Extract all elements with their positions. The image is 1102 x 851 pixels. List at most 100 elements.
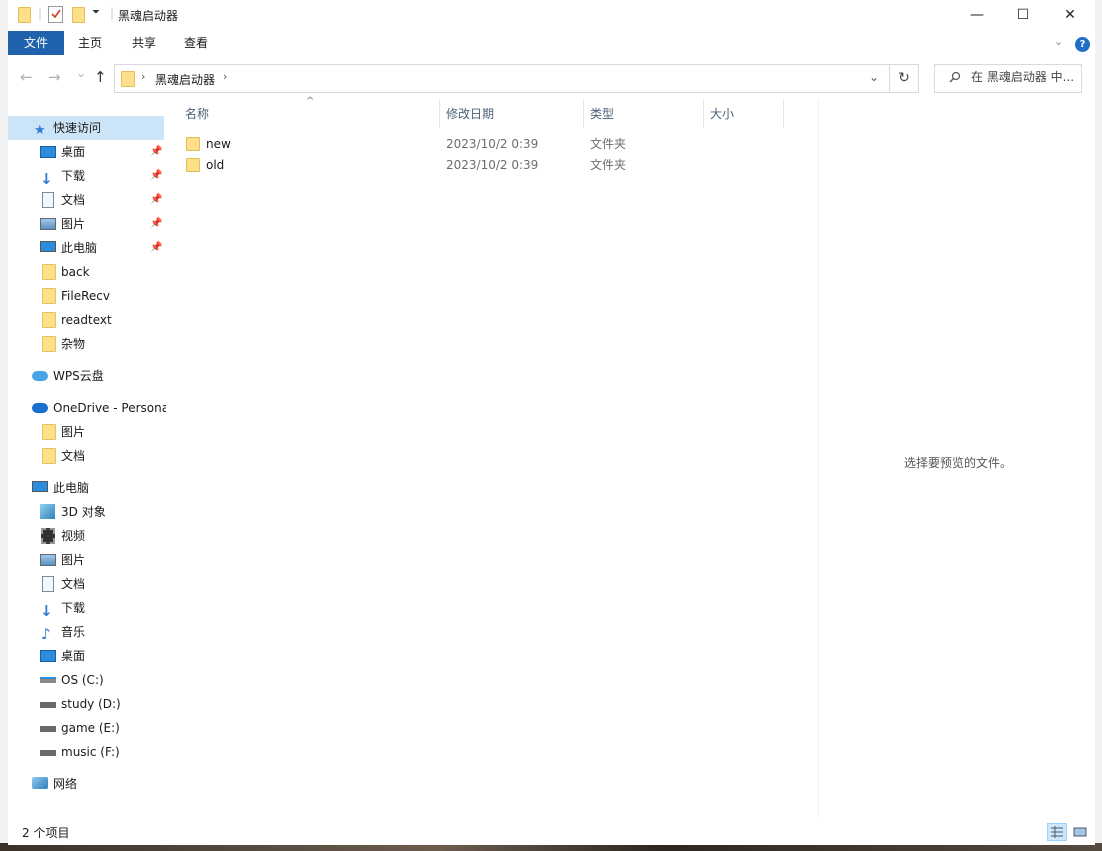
sidebar-item-onedrive-pictures[interactable]: 图片 [8, 420, 164, 444]
sidebar-item-network[interactable]: 网络 [8, 772, 164, 796]
document-icon [42, 192, 54, 208]
tab-home[interactable]: 主页 [66, 31, 114, 55]
sidebar-item-pc-pictures[interactable]: 图片 [8, 548, 164, 572]
sidebar-item-pc-documents[interactable]: 文档 [8, 572, 164, 596]
help-icon[interactable]: ? [1075, 37, 1090, 52]
item-count: 2 个项目 [22, 826, 70, 840]
sidebar-item-label: 此电脑 [53, 481, 90, 495]
sidebar-item-label: 此电脑 [61, 241, 98, 255]
folder-icon [121, 71, 135, 87]
search-box[interactable] [934, 64, 1082, 93]
sidebar-item-pictures[interactable]: 图片 📌 [8, 212, 164, 236]
column-header-size[interactable]: 大小 [710, 100, 780, 128]
forward-button[interactable]: → [48, 68, 61, 86]
drive-icon [40, 702, 56, 708]
sidebar-item-downloads[interactable]: ↓ 下载 📌 [8, 164, 164, 188]
tab-share[interactable]: 共享 [120, 31, 168, 55]
drive-icon [40, 726, 56, 732]
network-icon [32, 777, 48, 789]
properties-icon[interactable] [48, 6, 63, 23]
folder-icon [42, 336, 56, 352]
pin-icon[interactable]: 📌 [150, 212, 162, 236]
sidebar-item-this-pc-quick[interactable]: 此电脑 📌 [8, 236, 164, 260]
file-explorer-window: | ⏷ | 黑魂启动器 — ☐ ✕ 文件 主页 共享 查看 ⌄ ? ← → ⌄ … [8, 0, 1095, 845]
sidebar-item-videos[interactable]: 视频 [8, 524, 164, 548]
sidebar-item-pc-downloads[interactable]: ↓ 下载 [8, 596, 164, 620]
minimize-button[interactable]: — [954, 0, 1000, 30]
new-folder-icon[interactable] [72, 7, 85, 23]
pin-icon[interactable]: 📌 [150, 236, 162, 260]
sidebar-item-filerecv[interactable]: FileRecv [8, 284, 164, 308]
address-bar[interactable]: › 黑魂启动器 › ⌄ [114, 64, 890, 93]
sidebar-item-label: 下载 [61, 601, 86, 615]
sidebar-item-onedrive-documents[interactable]: 文档 [8, 444, 164, 468]
download-icon: ↓ [40, 602, 53, 620]
column-divider[interactable] [439, 100, 440, 128]
sidebar-item-label: 视频 [61, 529, 86, 543]
pin-icon[interactable]: 📌 [150, 188, 162, 212]
desktop-icon [40, 146, 56, 158]
column-divider[interactable] [583, 100, 584, 128]
sidebar-item-3d-objects[interactable]: 3D 对象 [8, 500, 164, 524]
document-icon [42, 576, 54, 592]
address-dropdown-icon[interactable]: ⌄ [869, 70, 879, 84]
sidebar-item-this-pc[interactable]: 此电脑 [8, 476, 164, 500]
sidebar-item-wps-cloud[interactable]: WPS云盘 [8, 364, 164, 388]
navigation-bar: ← → ⌄ ↑ › 黑魂启动器 › ⌄ ↻ [8, 60, 1095, 96]
recent-locations-icon[interactable]: ⌄ [76, 66, 86, 80]
divider: | [38, 6, 43, 20]
search-input[interactable] [971, 70, 1079, 84]
tab-view[interactable]: 查看 [172, 31, 220, 55]
sidebar-item-quick-access[interactable]: ★ 快速访问 [8, 116, 164, 140]
customize-quick-access-icon[interactable]: ⏷ [92, 7, 100, 18]
sidebar-item-readtext[interactable]: readtext [8, 308, 164, 332]
file-date: 2023/10/2 0:39 [446, 137, 539, 151]
column-header-name[interactable]: 名称 [185, 100, 435, 128]
column-header-date[interactable]: 修改日期 [446, 100, 586, 128]
expand-ribbon-icon[interactable]: ⌄ [1054, 35, 1063, 48]
sidebar-item-drive-c[interactable]: OS (C:) [8, 668, 164, 692]
file-type: 文件夹 [590, 137, 627, 151]
tab-file[interactable]: 文件 [8, 31, 64, 55]
details-view-button[interactable] [1047, 823, 1067, 841]
folder-icon [42, 448, 56, 464]
breadcrumb-chevron-icon[interactable]: › [223, 70, 227, 83]
breadcrumb-current[interactable]: 黑魂启动器 [155, 71, 215, 88]
vertical-scrollbar[interactable] [1087, 100, 1095, 818]
sidebar-item-label: OneDrive - Persona [53, 401, 166, 415]
download-icon: ↓ [40, 170, 53, 188]
cube-icon [40, 504, 55, 519]
sidebar-item-documents[interactable]: 文档 📌 [8, 188, 164, 212]
sidebar-item-label: 3D 对象 [61, 505, 106, 519]
pin-icon[interactable]: 📌 [150, 164, 162, 188]
close-button[interactable]: ✕ [1047, 0, 1093, 30]
cloud-icon [32, 371, 48, 381]
sidebar-item-back[interactable]: back [8, 260, 164, 284]
sidebar-item-pc-desktop[interactable]: 桌面 [8, 644, 164, 668]
sidebar-item-drive-f[interactable]: music (F:) [8, 740, 164, 764]
column-header-type[interactable]: 类型 [590, 100, 700, 128]
back-button[interactable]: ← [20, 68, 33, 86]
sidebar-item-misc[interactable]: 杂物 [8, 332, 164, 356]
sidebar-item-drive-e[interactable]: game (E:) [8, 716, 164, 740]
list-item[interactable]: old 2023/10/2 0:39 文件夹 [184, 155, 804, 176]
sidebar-item-drive-d[interactable]: study (D:) [8, 692, 164, 716]
list-item[interactable]: new 2023/10/2 0:39 文件夹 [184, 134, 804, 155]
up-button[interactable]: ↑ [94, 68, 107, 86]
column-divider[interactable] [783, 100, 784, 128]
maximize-button[interactable]: ☐ [1000, 0, 1046, 30]
pin-icon[interactable]: 📌 [150, 140, 162, 164]
sidebar-item-label: 图片 [61, 425, 86, 439]
large-icons-view-button[interactable] [1070, 823, 1090, 841]
sidebar-item-label: readtext [61, 313, 112, 327]
sidebar-item-label: 快速访问 [53, 121, 102, 135]
column-divider[interactable] [703, 100, 704, 128]
star-icon: ★ [34, 123, 46, 138]
sidebar-item-onedrive[interactable]: OneDrive - Persona [8, 396, 166, 420]
divider: | [110, 6, 115, 20]
sidebar-item-music[interactable]: ♪ 音乐 [8, 620, 164, 644]
refresh-button[interactable]: ↻ [890, 64, 919, 93]
breadcrumb-chevron-icon[interactable]: › [141, 70, 145, 83]
folder-icon [42, 288, 56, 304]
sidebar-item-desktop[interactable]: 桌面 📌 [8, 140, 164, 164]
